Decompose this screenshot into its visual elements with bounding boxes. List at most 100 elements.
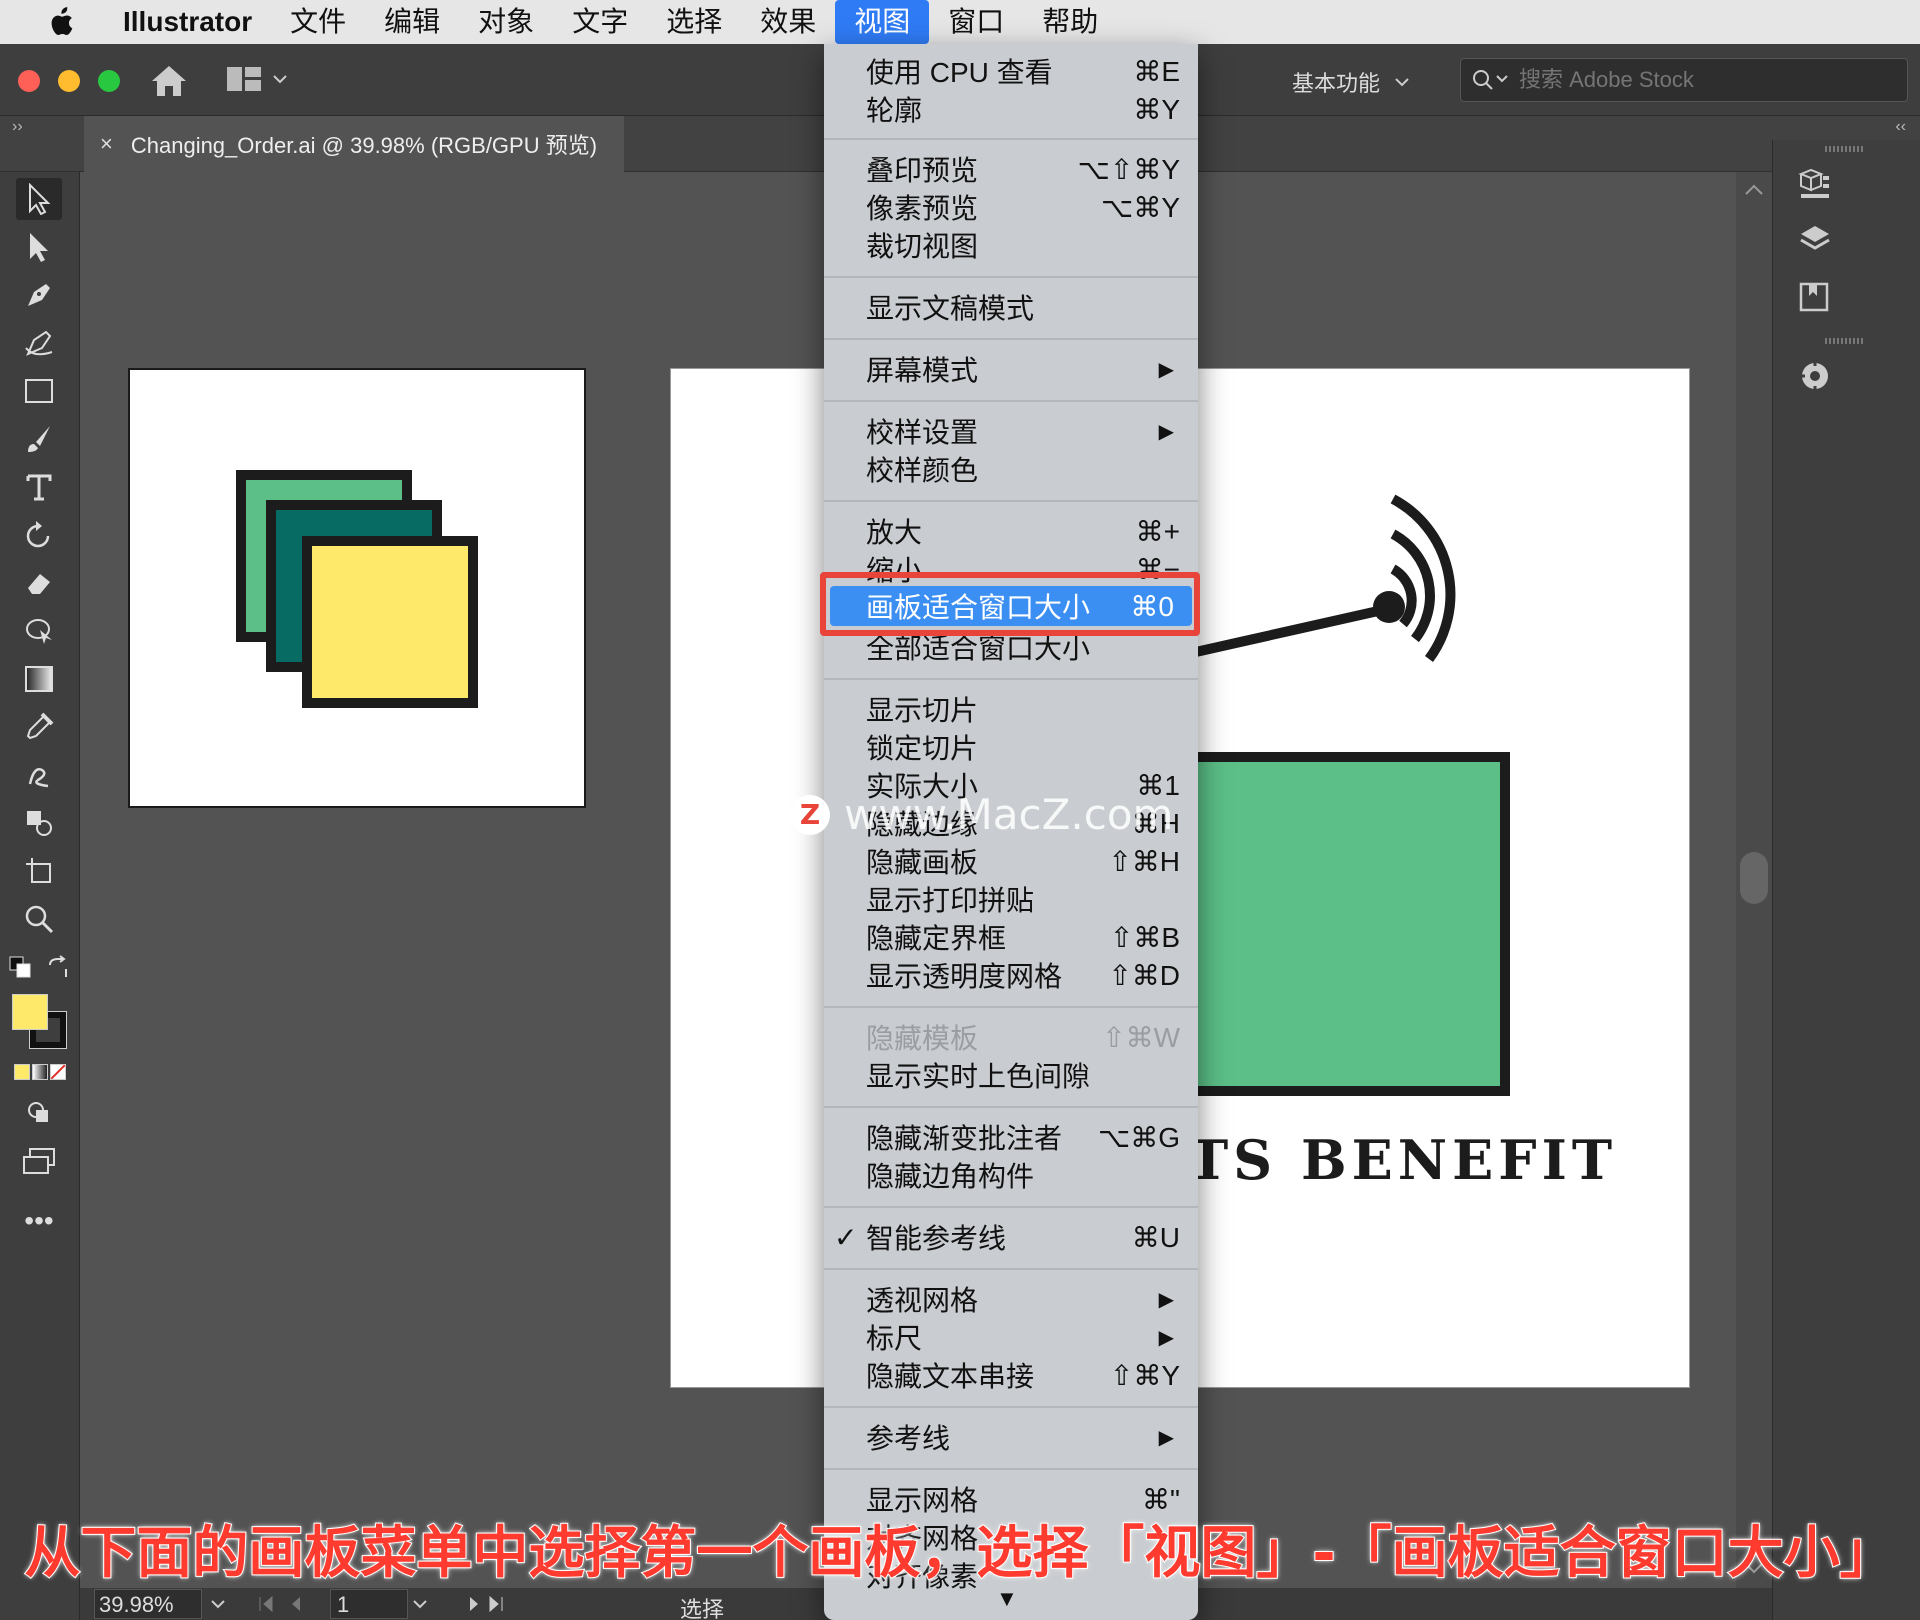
view-menu-item[interactable]: 校样设置 ▶	[824, 412, 1198, 450]
swap-colors-icon[interactable]	[44, 946, 72, 988]
more-tools-icon[interactable]: •••	[16, 1200, 62, 1242]
direct-selection-tool-icon[interactable]	[16, 226, 62, 268]
selection-tool-icon[interactable]	[16, 178, 62, 220]
default-colors-icon[interactable]	[6, 946, 34, 988]
watermark: Z www.MacZ.com	[790, 790, 1173, 839]
view-menu-item[interactable]: 显示文稿模式	[824, 288, 1198, 326]
view-menu-item[interactable]: 透视网格 ▶	[824, 1280, 1198, 1318]
rotate-tool-icon[interactable]	[16, 514, 62, 556]
collapse-panels-icon[interactable]: ‹‹	[1895, 118, 1906, 136]
puppet-warp-tool-icon[interactable]	[16, 610, 62, 652]
canvas-vertical-scrollbar[interactable]	[1736, 172, 1772, 1592]
drawing-modes-icon[interactable]	[16, 1092, 62, 1134]
type-tool-icon[interactable]	[16, 466, 62, 508]
arrange-documents-button[interactable]	[226, 66, 288, 92]
none-mode-button[interactable]	[50, 1064, 66, 1080]
view-menu-item[interactable]: 像素预览 ⌥⌘Y	[824, 188, 1198, 226]
view-menu-item[interactable]: 隐藏画板 ⇧⌘H	[824, 842, 1198, 880]
panel-grip[interactable]	[1825, 146, 1865, 152]
view-menu-item[interactable]: 锁定切片	[824, 728, 1198, 766]
view-menu-item[interactable]: 放大 ⌘+	[824, 512, 1198, 550]
close-tab-icon[interactable]: ×	[100, 131, 113, 157]
eyedropper-tool-icon[interactable]	[16, 706, 62, 748]
view-menu-item[interactable]: 隐藏渐变批注者 ⌥⌘G	[824, 1118, 1198, 1156]
symbol-sprayer-tool-icon[interactable]	[16, 754, 62, 796]
menu-item-label: 透视网格	[866, 1285, 979, 1316]
properties-panel-icon[interactable]	[1793, 162, 1837, 206]
menu-separator	[824, 500, 1198, 502]
menu-item-label: 隐藏模板	[866, 1023, 979, 1054]
menu-item-shortcut: ⇧⌘D	[1108, 959, 1180, 991]
workspace-switcher[interactable]: 基本功能	[1292, 66, 1410, 98]
screen-mode-icon[interactable]	[16, 1140, 62, 1182]
view-menu-item[interactable]: 标尺 ▶	[824, 1318, 1198, 1356]
view-menu-item[interactable]: 显示切片	[824, 690, 1198, 728]
zoom-tool-icon[interactable]	[16, 898, 62, 940]
chevron-down-icon[interactable]	[412, 1599, 428, 1609]
color-guide-panel-icon[interactable]	[1793, 354, 1837, 398]
artboard-1[interactable]	[128, 368, 586, 808]
menu-item-label: 隐藏渐变批注者	[866, 1123, 1063, 1154]
apple-icon[interactable]	[40, 4, 80, 40]
menu-edit[interactable]: 编辑	[365, 0, 459, 44]
view-menu-item[interactable]: 裁切视图	[824, 226, 1198, 264]
menu-object[interactable]: 对象	[459, 0, 553, 44]
view-menu-item[interactable]: 参考线 ▶	[824, 1418, 1198, 1456]
layers-panel-icon[interactable]	[1793, 218, 1837, 262]
menu-view[interactable]: 视图	[835, 0, 930, 44]
view-menu-item[interactable]: 显示打印拼贴	[824, 880, 1198, 918]
stock-search-box[interactable]	[1460, 58, 1908, 102]
artboard-tool-icon[interactable]	[16, 850, 62, 892]
view-menu-item[interactable]: 显示透明度网格 ⇧⌘D	[824, 956, 1198, 994]
menu-type[interactable]: 文字	[553, 0, 647, 44]
gradient-tool-icon[interactable]	[16, 658, 62, 700]
menu-help[interactable]: 帮助	[1023, 0, 1117, 44]
menu-separator	[824, 1406, 1198, 1408]
document-tab[interactable]: × Changing_Order.ai @ 39.98% (RGB/GPU 预览…	[84, 116, 624, 172]
view-menu-item[interactable]: 屏幕模式 ▶	[824, 350, 1198, 388]
rectangle-tool-icon[interactable]	[16, 370, 62, 412]
view-menu-item[interactable]: 叠印预览 ⌥⇧⌘Y	[824, 150, 1198, 188]
view-menu-item[interactable]: 显示实时上色间隙	[824, 1056, 1198, 1094]
close-window-button[interactable]	[18, 70, 40, 92]
view-menu-item[interactable]: 校样颜色	[824, 450, 1198, 488]
home-icon[interactable]	[150, 64, 188, 103]
artboard-number-field[interactable]: 1	[330, 1589, 408, 1619]
gradient-mode-button[interactable]	[32, 1064, 48, 1080]
fill-color-swatch[interactable]	[12, 994, 48, 1030]
menu-select[interactable]: 选择	[647, 0, 741, 44]
view-menu-item[interactable]: 隐藏边角构件	[824, 1156, 1198, 1194]
menu-app-name[interactable]: Illustrator	[104, 0, 271, 44]
paintbrush-tool-icon[interactable]	[16, 418, 62, 460]
panel-grip[interactable]	[1825, 338, 1865, 344]
chevron-down-icon[interactable]	[210, 1599, 226, 1609]
menu-effect[interactable]: 效果	[741, 0, 835, 44]
yellow-square[interactable]	[302, 536, 478, 708]
menu-window[interactable]: 窗口	[929, 0, 1023, 44]
menu-item-shortcut: ⇧⌘H	[1108, 845, 1180, 877]
view-menu-item[interactable]: ✓ 智能参考线 ⌘U	[824, 1218, 1198, 1256]
menu-item-label: 放大	[866, 517, 923, 548]
libraries-panel-icon[interactable]	[1793, 274, 1837, 318]
curvature-tool-icon[interactable]	[16, 322, 62, 364]
zoom-level-field[interactable]: 39.98%	[94, 1589, 202, 1619]
eraser-tool-icon[interactable]	[16, 562, 62, 604]
view-menu-item[interactable]: 使用 CPU 查看 ⌘E	[824, 52, 1198, 90]
pen-tool-icon[interactable]	[16, 274, 62, 316]
stock-search-input[interactable]	[1519, 67, 1899, 93]
view-menu-item[interactable]: 隐藏文本串接 ⇧⌘Y	[824, 1356, 1198, 1394]
menu-separator	[824, 1206, 1198, 1208]
expand-toolbar-icon[interactable]: ››	[12, 118, 23, 136]
menu-file[interactable]: 文件	[271, 0, 365, 44]
menu-item-label: 显示文稿模式	[866, 293, 1035, 324]
view-menu-item[interactable]: 隐藏定界框 ⇧⌘B	[824, 918, 1198, 956]
next-last-artboard-icon[interactable]	[454, 1594, 514, 1614]
view-menu-item[interactable]: 轮廓 ⌘Y	[824, 90, 1198, 128]
color-mode-button[interactable]	[14, 1064, 30, 1080]
scroll-up-icon[interactable]	[1744, 184, 1764, 196]
first-prev-artboard-icon[interactable]	[256, 1594, 316, 1614]
minimize-window-button[interactable]	[58, 70, 80, 92]
zoom-window-button[interactable]	[98, 70, 120, 92]
shape-builder-tool-icon[interactable]	[16, 802, 62, 844]
scroll-thumb[interactable]	[1740, 852, 1768, 904]
